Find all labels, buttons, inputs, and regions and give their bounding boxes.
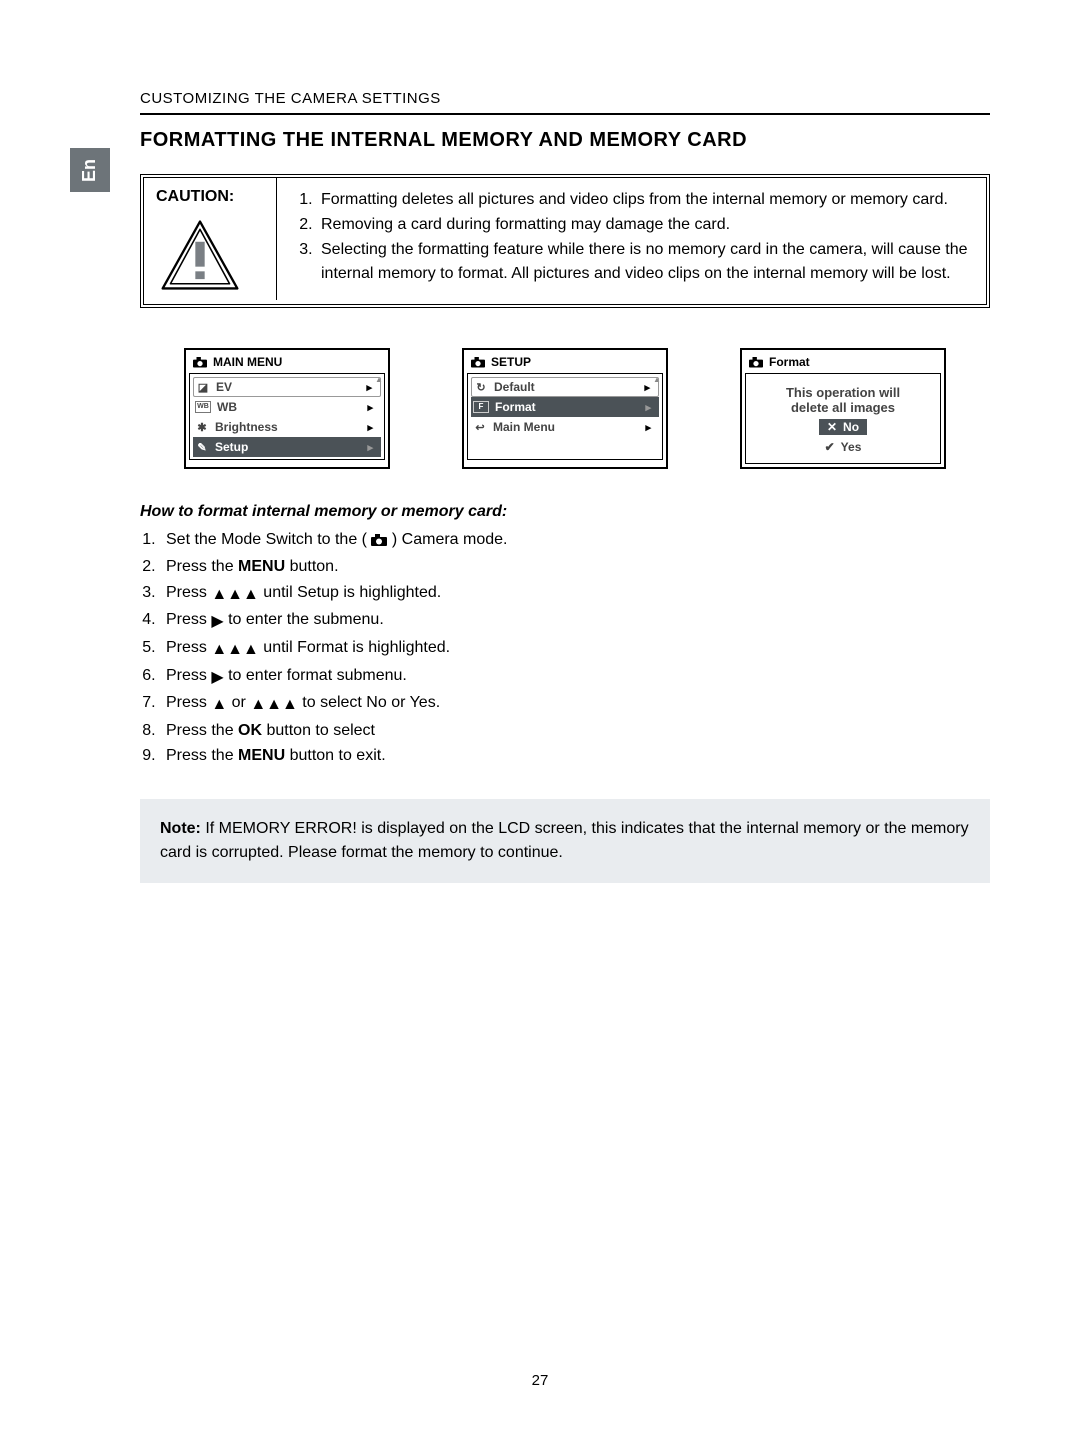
howto-step: Press ▶ to enter the submenu. [160,607,990,635]
section-header: CUSTOMIZING THE CAMERA SETTINGS [140,90,990,115]
reset-icon: ↻ [474,381,488,394]
format-option-no: ✕No [819,419,867,435]
down-arrows-icon: ▲▲▲ [250,692,298,718]
page-title: FORMATTING THE INTERNAL MEMORY AND MEMOR… [140,129,990,152]
camera-icon [371,529,387,555]
ev-icon: ◪ [196,381,210,394]
format-icon: F [473,401,489,413]
menu-item-mainmenu: ↩Main Menu▸ [471,417,659,437]
note-text: If MEMORY ERROR! is displayed on the LCD… [160,820,969,861]
page-number: 27 [0,1372,1080,1389]
menu-item-brightness: ✱Brightness▸ [193,417,381,437]
arrow-right-icon: ▸ [367,421,373,434]
caution-item: Selecting the formatting feature while t… [317,238,970,284]
menu-item-setup: ✎Setup▸ [193,437,381,457]
howto-section: How to format internal memory or memory … [140,499,990,769]
caution-list: Formatting deletes all pictures and vide… [297,188,970,287]
format-msg-2: delete all images [755,400,931,415]
lcd-screens: MAIN MENU ▲▼ ◪EV▸ WBWB▸ ✱Brightness▸ ✎Se… [140,348,990,469]
right-arrow-icon: ▶ [211,665,223,691]
format-option-yes: ✔Yes [817,439,870,455]
caution-item: Removing a card during formatting may da… [317,213,970,236]
howto-step: Set the Mode Switch to the ( ) Camera mo… [160,527,990,555]
howto-step: Press the OK button to select [160,718,990,744]
howto-step: Press the MENU button to exit. [160,743,990,769]
arrow-right-icon: ▸ [645,401,651,414]
howto-step: Press ▲▲▲ until Setup is highlighted. [160,580,990,608]
lcd-setup: SETUP ▲▼ ↻Default▸ FFormat▸ ↩Main Menu▸ … [462,348,668,469]
arrow-right-icon: ▸ [645,421,651,434]
wrench-icon: ✎ [195,441,209,454]
caution-item: Formatting deletes all pictures and vide… [317,188,970,211]
menu-item-format: FFormat▸ [471,397,659,417]
caution-box: CAUTION: Formatting deletes all pictures… [140,174,990,308]
lcd-title-text: Format [769,355,810,369]
check-icon: ✔ [825,440,835,454]
down-arrows-icon: ▲▲▲ [211,637,259,663]
arrow-right-icon: ▸ [644,381,650,394]
warning-icon [160,220,240,290]
wb-icon: WB [195,401,211,413]
note-box: Note: If MEMORY ERROR! is displayed on t… [140,799,990,883]
format-msg-1: This operation will [755,385,931,400]
howto-step: Press the MENU button. [160,554,990,580]
menu-item-ev: ◪EV▸ [193,377,381,397]
arrow-right-icon: ▸ [366,381,372,394]
howto-step: Press ▲ or ▲▲▲ to select No or Yes. [160,690,990,718]
lcd-format: Format This operation will delete all im… [740,348,946,469]
howto-step: Press ▲▲▲ until Format is highlighted. [160,635,990,663]
language-tab: En [70,148,110,192]
menu-item-default: ↻Default▸ [471,377,659,397]
right-arrow-icon: ▶ [211,609,223,635]
camera-icon [749,357,763,368]
brightness-icon: ✱ [195,421,209,434]
lcd-main-menu: MAIN MENU ▲▼ ◪EV▸ WBWB▸ ✱Brightness▸ ✎Se… [184,348,390,469]
arrow-right-icon: ▸ [367,441,373,454]
manual-page: CUSTOMIZING THE CAMERA SETTINGS En FORMA… [0,0,1080,1429]
down-arrows-icon: ▲▲▲ [211,582,259,608]
lcd-title-text: SETUP [491,355,531,369]
howto-title: How to format internal memory or memory … [140,499,990,525]
camera-icon [193,357,207,368]
menu-item-wb: WBWB▸ [193,397,381,417]
howto-step: Press ▶ to enter format submenu. [160,663,990,691]
note-label: Note: [160,820,201,837]
camera-icon [471,357,485,368]
back-icon: ↩ [473,421,487,434]
arrow-right-icon: ▸ [367,401,373,414]
x-icon: ✕ [827,420,837,434]
lcd-title-text: MAIN MENU [213,355,282,369]
caution-label: CAUTION: [156,188,256,206]
up-arrow-icon: ▲ [211,692,227,718]
